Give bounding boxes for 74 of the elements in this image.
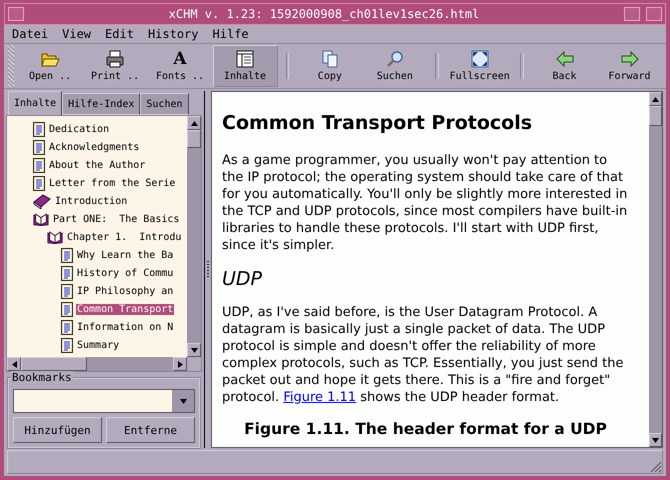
panel-icon [235, 50, 255, 68]
toolbar-button[interactable]: Forward [597, 45, 662, 87]
figure-link[interactable]: Figure 1.11 [283, 390, 356, 405]
sidebar-tab[interactable]: Hilfe-Index [62, 93, 140, 115]
fullscreen-icon [470, 50, 490, 68]
tree-item[interactable]: Letter from the Serie [48, 178, 176, 188]
font-icon: A [173, 50, 187, 68]
up-arrow-icon [652, 96, 659, 102]
down-arrow-icon [190, 348, 198, 352]
bookmarks-combobox[interactable] [13, 389, 195, 413]
menu-item[interactable]: View [62, 27, 92, 41]
bookmark-button[interactable]: Entferne [106, 417, 195, 443]
toolbar-grip [8, 45, 14, 87]
tree-item[interactable]: Why Learn the Ba [76, 250, 174, 260]
toolbar-button[interactable]: Print .. [82, 45, 148, 87]
open-book-icon [33, 212, 49, 226]
tree-item[interactable]: Information on N [76, 322, 174, 332]
bookmark-button[interactable]: Hinzufügen [13, 417, 102, 443]
page-icon [33, 176, 45, 190]
tree-item[interactable]: About the Author [48, 160, 146, 170]
window-title: xCHM v. 1.23: 1592000908_ch01lev1sec26.html [168, 7, 480, 21]
toolbar-button[interactable]: Open .. [18, 45, 83, 87]
tree-item[interactable]: Acknowledgments [48, 142, 140, 152]
sidebar-tab[interactable]: Suchen [140, 93, 189, 115]
section-heading: UDP [222, 268, 263, 290]
page-icon [61, 266, 73, 280]
paragraph: UDP, as I've said before, is the User Datagram Protocol. A datagram is basically just a single packet of data. The UDP protocol is simple and doesn't offer the reliability of more complex protocols, such as TCP. Essentially, you just send the packet out and hope it gets there. This is a "fire and forget" protocol. Figure 1.11 shows the UDP header format. [222, 304, 624, 406]
search-icon [384, 50, 405, 68]
page-icon [33, 122, 45, 136]
toolbar-button[interactable]: A Fonts .. [148, 45, 213, 87]
page-icon [61, 284, 73, 298]
page-icon [61, 320, 73, 334]
scrollbar-thumb[interactable] [21, 357, 87, 371]
printer-icon [105, 50, 126, 68]
open-book-icon [47, 230, 63, 244]
tree-item[interactable]: Introduction [54, 196, 128, 206]
page-icon [61, 302, 73, 316]
toolbar-button[interactable]: Fullscreen [447, 45, 512, 87]
tree-item[interactable]: History of Commu [76, 268, 174, 278]
menu-item[interactable]: History [148, 27, 199, 41]
figure-caption: Figure 1.11. The header format for a UDP [243, 420, 608, 438]
right-arrow-icon [178, 360, 182, 368]
menu-item[interactable]: Datei [12, 27, 48, 41]
right-arrow-icon [620, 50, 640, 68]
toolbar-button[interactable]: Suchen [362, 45, 428, 87]
toolbar-button[interactable]: Inhalte [212, 45, 278, 87]
left-arrow-icon [12, 360, 16, 368]
menu-item[interactable]: Edit [105, 27, 134, 41]
up-arrow-icon [190, 120, 198, 126]
sidebar-tab[interactable]: Inhalte [8, 91, 62, 115]
resize-grip-icon [648, 459, 662, 473]
book-icon [33, 194, 51, 208]
copy-icon [320, 50, 340, 68]
scrollbar-thumb[interactable] [187, 130, 201, 148]
group-label: Bookmarks [11, 371, 73, 384]
toolbar-button[interactable]: Copy [297, 45, 362, 87]
page-icon [61, 338, 73, 352]
page-icon [61, 248, 73, 262]
toolbar-button[interactable]: Back [532, 45, 598, 87]
page-icon [33, 158, 45, 172]
scrollbar-thumb[interactable] [649, 106, 662, 126]
page-icon [33, 140, 45, 154]
page-heading: Common Transport Protocols [222, 112, 534, 134]
dropdown-arrow-icon [180, 398, 186, 404]
paragraph: As a game programmer, you usually won't pay attention to the IP protocol; the operating system should take care of that for you automatically. You'll only be slightly more interested in the TCP and UDP protocols, since most compilers have built-in libraries to handle these protocols. I'll start with UDP first, since it's simpler. [222, 152, 628, 254]
tree-item[interactable]: Summary [76, 340, 120, 350]
tree-item[interactable]: Common Transport [76, 304, 174, 314]
tree-item[interactable]: Chapter 1. Introdu [66, 232, 182, 242]
menu-item[interactable]: Hilfe [212, 27, 249, 41]
tree-item[interactable]: Part ONE: The Basics [52, 214, 180, 224]
left-arrow-icon [554, 50, 575, 68]
down-arrow-icon [652, 438, 659, 442]
tree-item[interactable]: IP Philosophy an [76, 286, 174, 296]
tree-item[interactable]: Dedication [48, 124, 110, 134]
